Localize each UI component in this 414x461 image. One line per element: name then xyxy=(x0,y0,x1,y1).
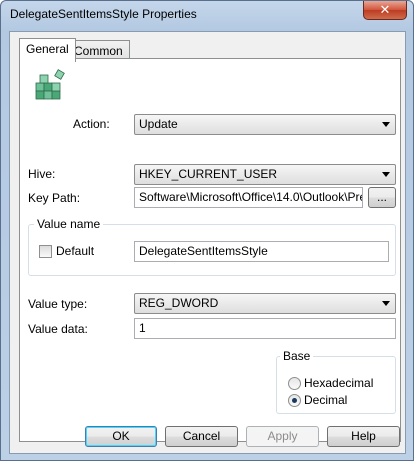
ok-button[interactable]: OK xyxy=(85,426,157,447)
tab-general-label: General xyxy=(26,42,69,56)
cancel-button[interactable]: Cancel xyxy=(165,426,238,447)
default-checkbox[interactable] xyxy=(39,245,52,258)
action-value: Update xyxy=(139,117,178,131)
properties-dialog: DelegateSentItemsStyle Properties ✕ Gene… xyxy=(0,0,414,461)
hexadecimal-radio[interactable] xyxy=(288,377,301,390)
value-data-input[interactable]: 1 xyxy=(134,318,396,339)
key-path-value: Software\Microsoft\Office\14.0\Outlook\P… xyxy=(139,190,363,204)
tab-common-label: Common xyxy=(74,44,123,58)
value-type-label: Value type: xyxy=(28,297,88,311)
apply-button[interactable]: Apply xyxy=(246,426,319,447)
key-path-label: Key Path: xyxy=(28,191,81,205)
default-checkbox-label[interactable]: Default xyxy=(56,244,94,258)
separator xyxy=(28,147,394,148)
value-name-group: Value name Default DelegateSentItemsStyl… xyxy=(28,217,396,276)
apply-button-label: Apply xyxy=(267,429,298,443)
action-combobox[interactable]: Update xyxy=(134,114,396,135)
cancel-button-label: Cancel xyxy=(182,429,221,443)
tab-general[interactable]: General xyxy=(19,38,76,62)
value-name-group-title: Value name xyxy=(34,217,104,231)
help-button-label: Help xyxy=(351,429,376,443)
chevron-down-icon xyxy=(382,122,390,127)
base-group: Base Hexadecimal Decimal xyxy=(276,349,396,414)
hive-combobox[interactable]: HKEY_CURRENT_USER xyxy=(134,164,396,185)
value-type-value: REG_DWORD xyxy=(139,296,219,310)
hive-label: Hive: xyxy=(28,167,56,181)
tab-panel-general: Action: Update Hive: HKEY_CURRENT_USER K… xyxy=(19,58,401,442)
value-name-input[interactable]: DelegateSentItemsStyle xyxy=(134,241,389,262)
chevron-down-icon xyxy=(382,172,390,177)
value-type-combobox[interactable]: REG_DWORD xyxy=(134,293,396,314)
title-bar[interactable]: DelegateSentItemsStyle Properties ✕ xyxy=(1,1,413,29)
base-group-title: Base xyxy=(280,349,314,363)
decimal-radio-label[interactable]: Decimal xyxy=(304,393,347,407)
hive-value: HKEY_CURRENT_USER xyxy=(139,167,278,181)
browse-button[interactable]: ... xyxy=(368,187,396,208)
registry-icon xyxy=(35,69,65,100)
browse-button-label: ... xyxy=(376,190,387,204)
action-label: Action: xyxy=(73,117,110,131)
value-name-value: DelegateSentItemsStyle xyxy=(139,244,268,258)
value-data-value: 1 xyxy=(139,321,146,335)
help-button[interactable]: Help xyxy=(327,426,400,447)
close-button[interactable]: ✕ xyxy=(363,1,407,20)
window-title: DelegateSentItemsStyle Properties xyxy=(10,7,197,21)
ok-button-label: OK xyxy=(112,429,130,443)
dialog-client-area: General Common Action: Update Hive: HKEY… xyxy=(9,31,406,454)
chevron-down-icon xyxy=(382,301,390,306)
value-data-label: Value data: xyxy=(28,322,88,336)
hexadecimal-radio-label[interactable]: Hexadecimal xyxy=(304,376,373,390)
decimal-radio[interactable] xyxy=(288,394,301,407)
close-icon: ✕ xyxy=(379,2,391,17)
key-path-input[interactable]: Software\Microsoft\Office\14.0\Outlook\P… xyxy=(134,187,363,208)
